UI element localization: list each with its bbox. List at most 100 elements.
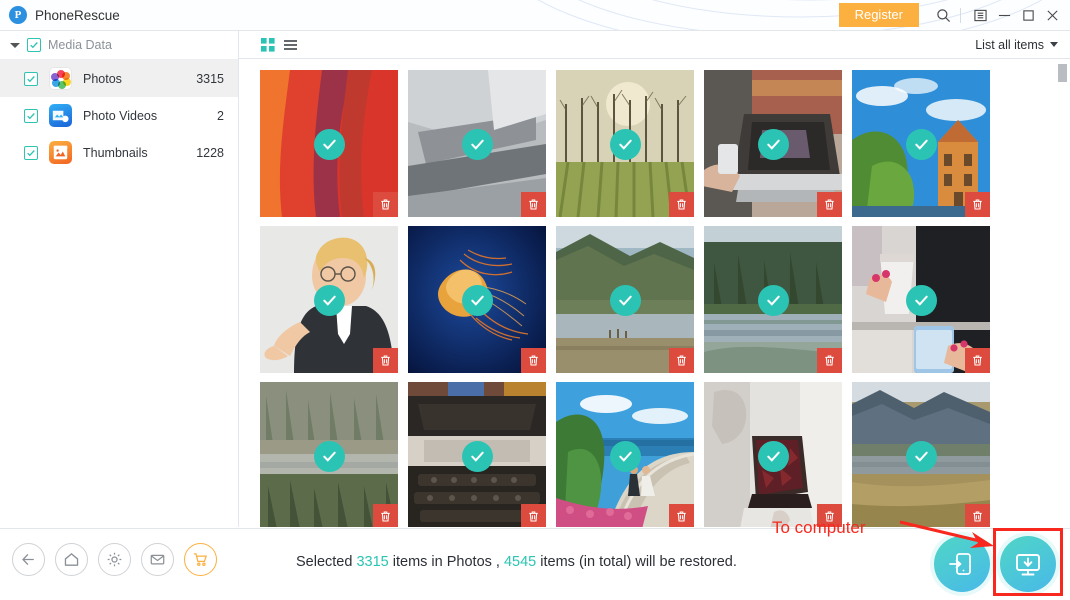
divider — [960, 7, 961, 23]
photo-selected-check[interactable] — [758, 128, 789, 160]
delete-photo-button[interactable] — [965, 192, 990, 217]
photo-tile[interactable] — [704, 382, 842, 527]
photo-selected-check[interactable] — [906, 284, 937, 316]
photo-grid-panel — [239, 59, 1070, 527]
photo-selected-check[interactable] — [314, 128, 345, 160]
photo-selected-check[interactable] — [758, 440, 789, 472]
panel-icon[interactable] — [968, 3, 992, 27]
delete-photo-button[interactable] — [521, 192, 546, 217]
delete-photo-button[interactable] — [669, 348, 694, 373]
grid-scrollbar[interactable] — [1058, 64, 1067, 526]
photo-tile[interactable] — [260, 70, 398, 217]
content-toolbar: List all items — [239, 31, 1070, 59]
app-logo-icon: P — [9, 6, 27, 24]
status-suffix: items (in total) will be restored. — [536, 554, 737, 570]
thumbnails-icon — [49, 141, 72, 164]
photo-tile[interactable] — [556, 226, 694, 373]
delete-photo-button[interactable] — [817, 348, 842, 373]
photo-selected-check[interactable] — [610, 128, 641, 160]
photo-tile[interactable] — [556, 382, 694, 527]
photo-tile[interactable] — [260, 382, 398, 527]
search-icon[interactable] — [931, 3, 955, 27]
close-icon[interactable] — [1040, 3, 1064, 27]
photo-tile[interactable] — [408, 226, 546, 373]
delete-photo-button[interactable] — [373, 504, 398, 527]
sidebar-item-label: Photos — [83, 71, 122, 86]
sidebar-header-media-data[interactable]: Media Data — [0, 31, 238, 60]
scrollbar-thumb[interactable] — [1058, 64, 1067, 82]
sidebar-item-count: 1228 — [196, 145, 224, 160]
status-middle: items in Photos , — [388, 554, 504, 570]
minimize-icon[interactable] — [992, 3, 1016, 27]
mail-button[interactable] — [141, 543, 174, 576]
photos-icon — [49, 67, 72, 90]
photo-tile[interactable] — [852, 382, 990, 527]
grid-view-icon[interactable] — [257, 35, 279, 55]
photo-videos-icon — [49, 104, 72, 127]
window-controls: Register — [838, 3, 1070, 27]
delete-photo-button[interactable] — [521, 348, 546, 373]
photo-tile[interactable] — [704, 226, 842, 373]
sidebar-item-label: Photo Videos — [83, 108, 158, 123]
photo-selected-check[interactable] — [906, 128, 937, 160]
cart-button[interactable] — [184, 543, 217, 576]
brand: P PhoneRescue — [0, 6, 120, 24]
phonerescue-window: P PhoneRescue Register Media Data Photos… — [0, 0, 1070, 600]
status-text: Selected 3315 items in Photos , 4545 ite… — [296, 554, 737, 570]
chevron-down-icon — [1050, 42, 1058, 47]
delete-photo-button[interactable] — [373, 348, 398, 373]
sort-dropdown-label: List all items — [975, 37, 1044, 52]
photo-tile[interactable] — [260, 226, 398, 373]
register-button[interactable]: Register — [838, 3, 919, 27]
sidebar-item-label: Thumbnails — [83, 145, 148, 160]
status-prefix: Selected — [296, 554, 357, 570]
photo-tile[interactable] — [556, 70, 694, 217]
sidebar-item-count: 2 — [217, 108, 224, 123]
delete-photo-button[interactable] — [669, 192, 694, 217]
photo-tile[interactable] — [852, 226, 990, 373]
photo-selected-check[interactable] — [610, 440, 641, 472]
delete-photo-button[interactable] — [373, 192, 398, 217]
photo-videos-checkbox[interactable] — [24, 108, 38, 123]
list-view-icon[interactable] — [279, 35, 301, 55]
settings-button[interactable] — [98, 543, 131, 576]
photos-checkbox[interactable] — [24, 71, 38, 86]
media-data-label: Media Data — [48, 38, 112, 52]
delete-photo-button[interactable] — [817, 192, 842, 217]
sidebar-item-photo-videos[interactable]: Photo Videos 2 — [0, 97, 238, 134]
photo-selected-check[interactable] — [462, 440, 493, 472]
media-data-checkbox[interactable] — [27, 38, 41, 52]
status-selected-count: 3315 — [356, 554, 389, 570]
annotation-label: To computer — [772, 518, 866, 537]
thumbnails-checkbox[interactable] — [24, 145, 38, 160]
back-button[interactable] — [12, 543, 45, 576]
sort-dropdown[interactable]: List all items — [975, 38, 1058, 52]
sidebar-item-photos[interactable]: Photos 3315 — [0, 60, 238, 97]
delete-photo-button[interactable] — [521, 504, 546, 527]
chevron-down-icon[interactable] — [10, 42, 20, 48]
delete-photo-button[interactable] — [965, 348, 990, 373]
photo-tile[interactable] — [704, 70, 842, 217]
annotation-arrow-icon — [899, 520, 994, 548]
photo-selected-check[interactable] — [758, 284, 789, 316]
sidebar-item-thumbnails[interactable]: Thumbnails 1228 — [0, 134, 238, 171]
app-title: PhoneRescue — [35, 7, 120, 23]
photo-tile[interactable] — [408, 382, 546, 527]
bottom-tool-row — [12, 543, 217, 576]
photo-selected-check[interactable] — [462, 128, 493, 160]
photo-selected-check[interactable] — [610, 284, 641, 316]
photo-tile[interactable] — [852, 70, 990, 217]
photo-selected-check[interactable] — [314, 440, 345, 472]
photo-tile[interactable] — [408, 70, 546, 217]
photo-selected-check[interactable] — [314, 284, 345, 316]
sidebar: Media Data Photos 3315 Photo Videos 2 Th… — [0, 31, 239, 527]
restore-to-computer-button[interactable] — [1000, 536, 1056, 592]
title-bar: P PhoneRescue Register — [0, 0, 1070, 31]
photo-selected-check[interactable] — [906, 440, 937, 472]
home-button[interactable] — [55, 543, 88, 576]
photo-selected-check[interactable] — [462, 284, 493, 316]
delete-photo-button[interactable] — [669, 504, 694, 527]
sidebar-item-count: 3315 — [196, 71, 224, 86]
maximize-icon[interactable] — [1016, 3, 1040, 27]
status-total-count: 4545 — [503, 554, 537, 570]
